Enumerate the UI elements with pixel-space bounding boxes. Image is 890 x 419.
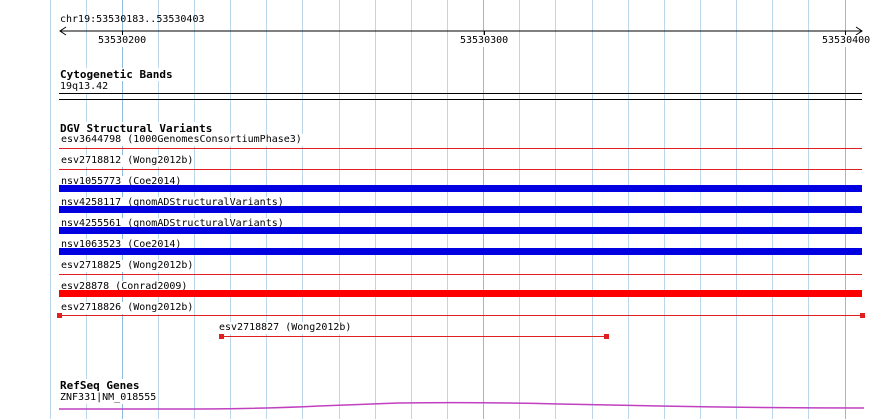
dgv-feature-label[interactable]: esv2718827 (Wong2012b)	[218, 322, 353, 334]
dgv-feature-endcap[interactable]	[604, 334, 609, 339]
dgv-feature-bar[interactable]	[59, 185, 862, 192]
dgv-feature-bar[interactable]	[59, 290, 862, 297]
ruler-tick-label: 53530200	[97, 35, 148, 47]
track-title-refseq-genes[interactable]: RefSeq Genes	[59, 379, 141, 392]
dgv-feature-label[interactable]: esv2718826 (Wong2012b)	[60, 302, 195, 314]
dgv-feature-bar[interactable]	[59, 148, 862, 149]
cytoband-feature-top[interactable]	[59, 93, 862, 94]
dgv-feature-bar[interactable]	[59, 274, 862, 275]
grid-line	[50, 0, 51, 419]
cytoband-feature-bottom[interactable]	[59, 99, 862, 100]
dgv-feature-bar[interactable]	[59, 169, 862, 170]
cytoband-label[interactable]: 19q13.42	[59, 81, 110, 93]
track-title-cytogenetic-bands[interactable]: Cytogenetic Bands	[59, 68, 174, 81]
dgv-feature-endcap[interactable]	[219, 334, 224, 339]
ruler-tick-label: 53530300	[459, 35, 510, 47]
dgv-feature-label[interactable]: esv2718825 (Wong2012b)	[60, 260, 195, 272]
ruler-tick-label: 53530400	[821, 35, 872, 47]
dgv-feature-label[interactable]: esv2718812 (Wong2012b)	[60, 155, 195, 167]
refseq-gene-feature[interactable]	[59, 400, 864, 412]
dgv-feature-bar[interactable]	[59, 227, 862, 234]
dgv-feature-endcap[interactable]	[860, 313, 865, 318]
dgv-feature-endcap[interactable]	[57, 313, 62, 318]
dgv-feature-bar[interactable]	[221, 336, 606, 337]
dgv-feature-bar[interactable]	[59, 206, 862, 213]
dgv-feature-label[interactable]: esv3644798 (1000GenomesConsortiumPhase3)	[60, 134, 303, 146]
dgv-feature-bar[interactable]	[59, 248, 862, 255]
dgv-feature-bar[interactable]	[59, 315, 862, 316]
genome-browser-view: chr19:53530183..53530403 53530200 535303…	[0, 0, 890, 419]
